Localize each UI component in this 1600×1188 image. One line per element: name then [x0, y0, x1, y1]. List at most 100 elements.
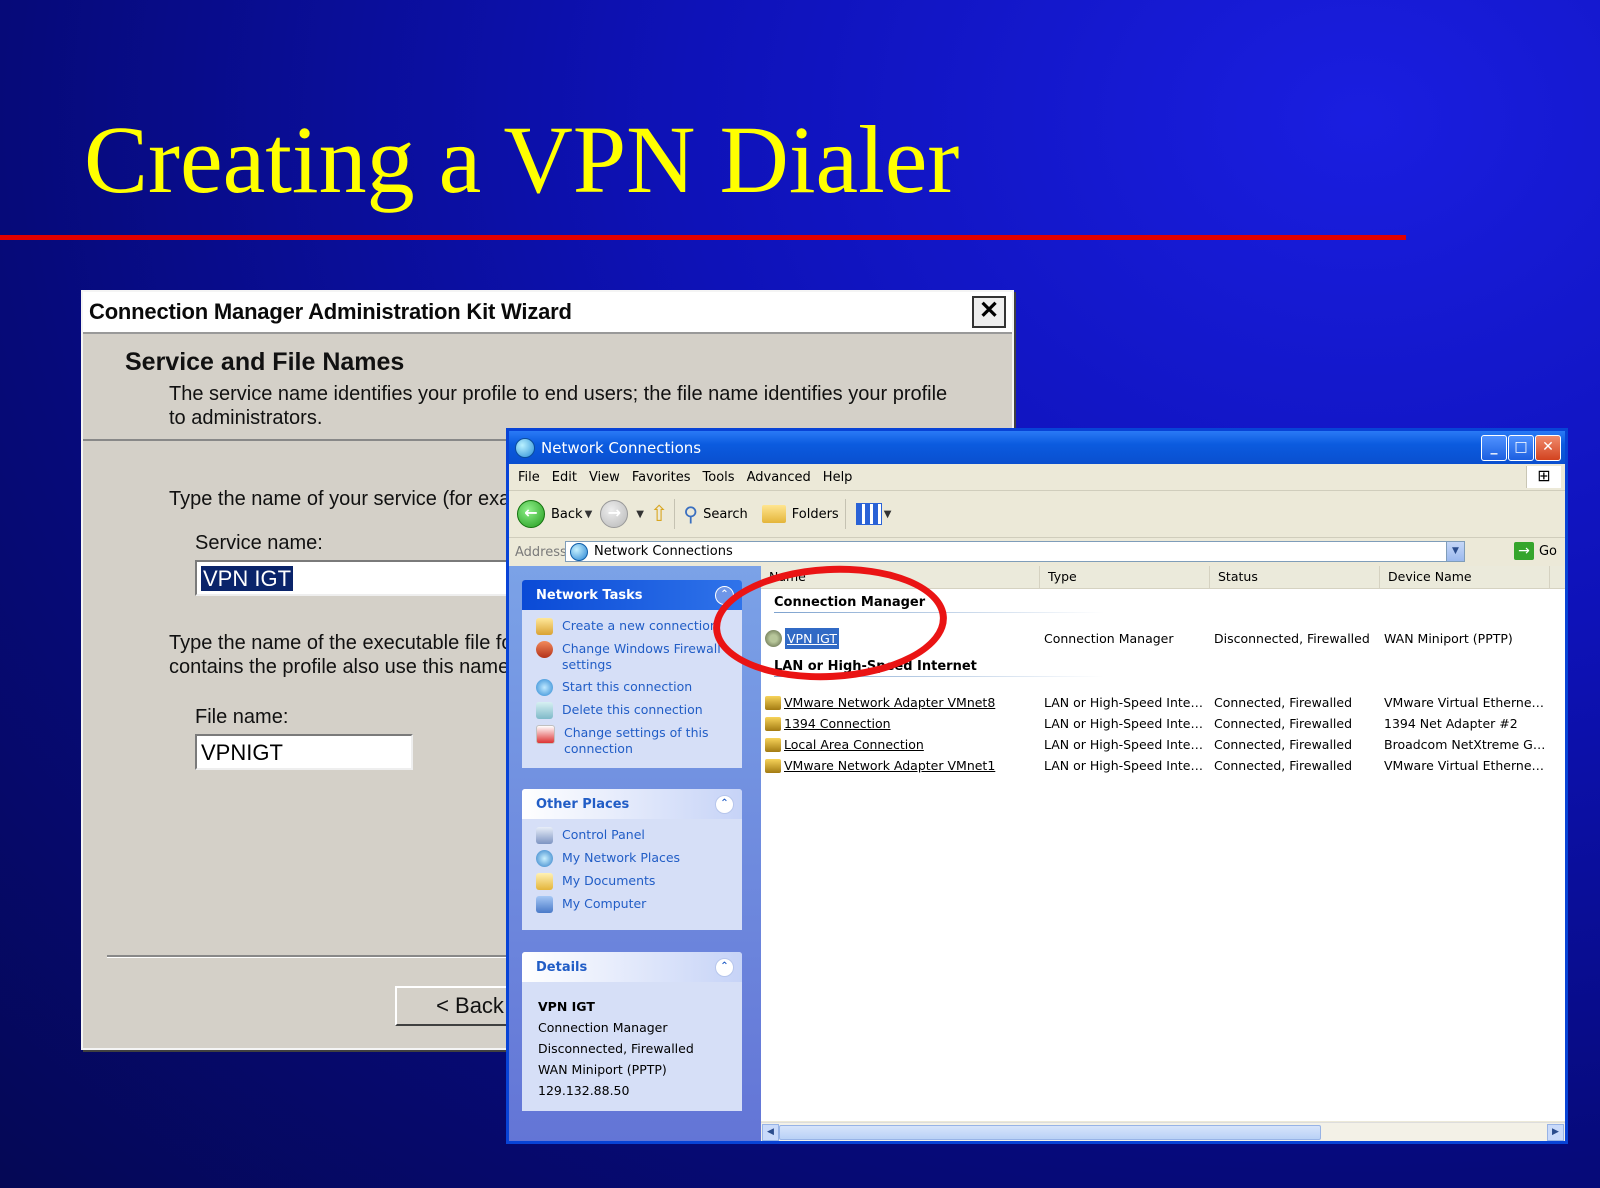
- menu-bar: File Edit View Favorites Tools Advanced …: [509, 464, 1565, 491]
- file-name-input[interactable]: VPNIGT: [195, 734, 413, 770]
- menu-advanced[interactable]: Advanced: [747, 470, 811, 485]
- forward-arrow-icon: →: [600, 500, 629, 528]
- menu-help[interactable]: Help: [823, 470, 853, 485]
- go-arrow-icon: →: [1513, 542, 1534, 560]
- wizard-description: The service name identifies your profile…: [169, 383, 948, 429]
- col-device[interactable]: Device Name: [1380, 566, 1550, 588]
- place-label: My Network Places: [562, 850, 681, 865]
- connection-device: VMware Virtual Ethernet ...: [1384, 695, 1546, 710]
- dropdown-arrow-icon[interactable]: ▼: [884, 509, 892, 520]
- list-item[interactable]: VMware Network Adapter VMnet8 LAN or Hig…: [761, 692, 1565, 713]
- start-connection-icon: [536, 679, 553, 696]
- col-status[interactable]: Status: [1210, 566, 1380, 588]
- task-change-firewall[interactable]: Change Windows Firewall settings: [536, 641, 742, 673]
- chevron-down-icon[interactable]: ▼: [1446, 542, 1464, 561]
- connection-name-link[interactable]: VMware Network Adapter VMnet1: [784, 755, 995, 776]
- task-change-settings[interactable]: Change settings of this connection: [536, 725, 742, 757]
- views-button[interactable]: ▼: [855, 503, 898, 525]
- connection-device: 1394 Net Adapter #2: [1384, 716, 1518, 731]
- file-prompt-line2: contains the profile also use this name.: [169, 656, 515, 678]
- menu-tools[interactable]: Tools: [703, 470, 735, 485]
- task-create-connection[interactable]: Create a new connection: [536, 618, 742, 635]
- address-bar: Address Network Connections ▼ → Go: [509, 538, 1565, 567]
- connection-name-link[interactable]: 1394 Connection: [784, 713, 891, 734]
- close-icon[interactable]: ✕: [1535, 435, 1561, 461]
- wizard-heading: Service and File Names: [125, 348, 405, 376]
- lan-connection-icon: [765, 737, 781, 752]
- details-name: VPN IGT: [538, 999, 595, 1014]
- collapse-icon[interactable]: ⌃: [715, 958, 734, 977]
- folders-button[interactable]: Folders: [761, 505, 839, 523]
- lan-connection-icon: [765, 716, 781, 731]
- network-tasks-header[interactable]: Network Tasks ⌃: [522, 580, 742, 610]
- connection-name[interactable]: 1394 Connection: [761, 713, 1036, 734]
- details-status: Disconnected, Firewalled: [538, 1041, 694, 1056]
- dropdown-arrow-icon[interactable]: ▼: [636, 509, 644, 520]
- up-folder-button[interactable]: ⇧: [650, 502, 668, 527]
- place-label: Control Panel: [562, 827, 645, 842]
- details-header[interactable]: Details ⌃: [522, 952, 742, 982]
- control-panel-icon: [536, 827, 553, 844]
- task-start-connection[interactable]: Start this connection: [536, 679, 742, 696]
- lan-connection-icon: [765, 758, 781, 773]
- network-connections-icon: [570, 542, 588, 561]
- connection-type: LAN or High-Speed Inter...: [1044, 758, 1206, 773]
- place-control-panel[interactable]: Control Panel: [536, 827, 742, 844]
- list-item[interactable]: VMware Network Adapter VMnet1 LAN or Hig…: [761, 755, 1565, 776]
- place-my-documents[interactable]: My Documents: [536, 873, 742, 890]
- connection-name[interactable]: Local Area Connection: [761, 734, 1036, 755]
- other-places-panel: Other Places ⌃ Control Panel My Network …: [522, 789, 742, 930]
- file-name-label: File name:: [195, 706, 289, 728]
- connection-name-link[interactable]: Local Area Connection: [784, 734, 924, 755]
- toolbar-separator: [674, 499, 676, 529]
- toolbar-separator: [844, 499, 846, 529]
- connection-type: LAN or High-Speed Inter...: [1044, 737, 1206, 752]
- details-title: Details: [536, 959, 588, 975]
- list-item[interactable]: 1394 Connection LAN or High-Speed Inter.…: [761, 713, 1565, 734]
- col-type[interactable]: Type: [1040, 566, 1210, 588]
- scrollbar-thumb[interactable]: [779, 1125, 1321, 1140]
- task-label: Delete this connection: [562, 702, 703, 717]
- menu-file[interactable]: File: [518, 470, 540, 485]
- new-connection-icon: [536, 618, 553, 635]
- menu-favorites[interactable]: Favorites: [632, 470, 691, 485]
- dropdown-arrow-icon[interactable]: ▼: [585, 509, 593, 520]
- connection-type: LAN or High-Speed Inter...: [1044, 716, 1206, 731]
- wizard-title: Connection Manager Administration Kit Wi…: [89, 299, 572, 324]
- settings-icon: [536, 725, 555, 744]
- network-places-icon: [536, 850, 553, 867]
- service-name-input[interactable]: VPN IGT: [195, 560, 515, 596]
- minimize-icon[interactable]: _: [1481, 435, 1507, 461]
- close-icon[interactable]: ✕: [972, 296, 1006, 328]
- scroll-left-icon[interactable]: ◀: [762, 1124, 779, 1141]
- list-item[interactable]: Local Area Connection LAN or High-Speed …: [761, 734, 1565, 755]
- title-underline: [0, 235, 1406, 240]
- task-label: Start this connection: [562, 679, 693, 694]
- connection-name[interactable]: VMware Network Adapter VMnet1: [761, 755, 1036, 776]
- place-my-computer[interactable]: My Computer: [536, 896, 742, 913]
- up-folder-icon: ⇧: [649, 501, 669, 527]
- views-icon: [855, 503, 882, 525]
- connection-name-link[interactable]: VMware Network Adapter VMnet8: [784, 692, 995, 713]
- nc-title: Network Connections: [541, 438, 702, 457]
- maximize-icon[interactable]: □: [1508, 435, 1534, 461]
- forward-button[interactable]: → ▼: [600, 500, 650, 528]
- place-my-network-places[interactable]: My Network Places: [536, 850, 742, 867]
- address-input[interactable]: Network Connections ▼: [565, 541, 1465, 562]
- go-button[interactable]: → Go: [1513, 542, 1557, 560]
- scroll-right-icon[interactable]: ▶: [1547, 1124, 1564, 1141]
- task-delete-connection[interactable]: Delete this connection: [536, 702, 742, 719]
- delete-icon: [536, 702, 553, 719]
- connection-type: LAN or High-Speed Inter...: [1044, 695, 1206, 710]
- folders-icon: [761, 505, 786, 523]
- horizontal-scrollbar[interactable]: ◀ ▶: [761, 1122, 1565, 1141]
- other-places-header[interactable]: Other Places ⌃: [522, 789, 742, 819]
- collapse-icon[interactable]: ⌃: [715, 795, 734, 814]
- back-button[interactable]: ← Back ▼: [517, 500, 598, 528]
- menu-edit[interactable]: Edit: [552, 470, 577, 485]
- task-pane: Network Tasks ⌃ Create a new connection …: [509, 566, 761, 1141]
- search-button[interactable]: ⚲ Search: [683, 502, 747, 526]
- task-label: Create a new connection: [562, 618, 718, 633]
- menu-view[interactable]: View: [589, 470, 620, 485]
- connection-name[interactable]: VMware Network Adapter VMnet8: [761, 692, 1036, 713]
